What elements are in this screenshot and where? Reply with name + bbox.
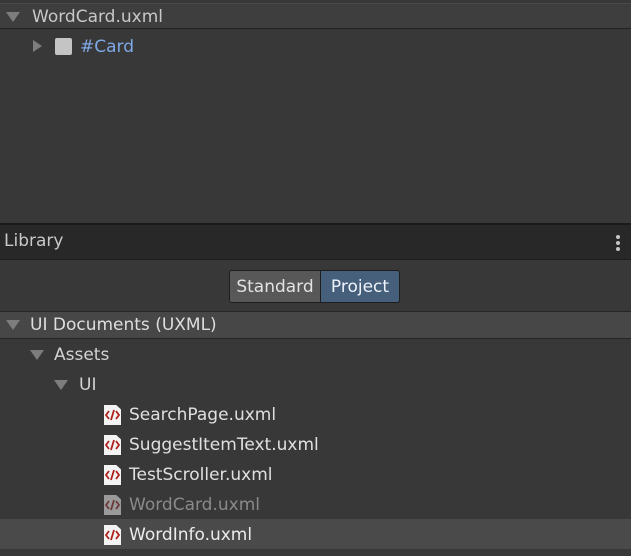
collapse-arrow-icon[interactable] xyxy=(6,320,20,330)
collapse-arrow-icon[interactable] xyxy=(30,350,44,360)
uxml-file-icon xyxy=(104,525,121,545)
hierarchy-panel: WordCard.uxml #Card xyxy=(0,0,631,223)
uxml-file-icon xyxy=(104,405,121,425)
library-tab-toggle: Standard Project xyxy=(229,270,400,303)
tab-standard[interactable]: Standard xyxy=(230,271,321,302)
expand-arrow-icon[interactable] xyxy=(33,40,42,52)
file-name: SuggestItemText.uxml xyxy=(129,435,319,455)
collapse-arrow-icon[interactable] xyxy=(54,380,68,390)
document-name: WordCard.uxml xyxy=(32,7,163,27)
folder-label: UI xyxy=(79,375,97,395)
tab-project[interactable]: Project xyxy=(321,271,399,302)
collapse-arrow-icon[interactable] xyxy=(6,12,20,22)
more-options-icon[interactable] xyxy=(615,234,621,252)
visual-element-icon xyxy=(55,38,72,55)
library-header: Library xyxy=(0,225,631,260)
library-title: Library xyxy=(4,231,64,251)
uxml-file-icon xyxy=(104,495,121,515)
folder-label: Assets xyxy=(54,345,110,365)
uxml-file-icon xyxy=(104,465,121,485)
element-name: #Card xyxy=(80,37,135,57)
hover-highlight xyxy=(0,519,631,549)
file-name: TestScroller.uxml xyxy=(129,465,273,485)
file-name: WordInfo.uxml xyxy=(129,525,253,545)
category-title: UI Documents (UXML) xyxy=(30,315,217,335)
category-header[interactable]: UI Documents (UXML) xyxy=(0,311,631,339)
uxml-file-icon xyxy=(104,435,121,455)
file-name: WordCard.uxml xyxy=(129,495,260,515)
file-name: SearchPage.uxml xyxy=(129,405,277,425)
document-header[interactable]: WordCard.uxml xyxy=(0,3,631,29)
